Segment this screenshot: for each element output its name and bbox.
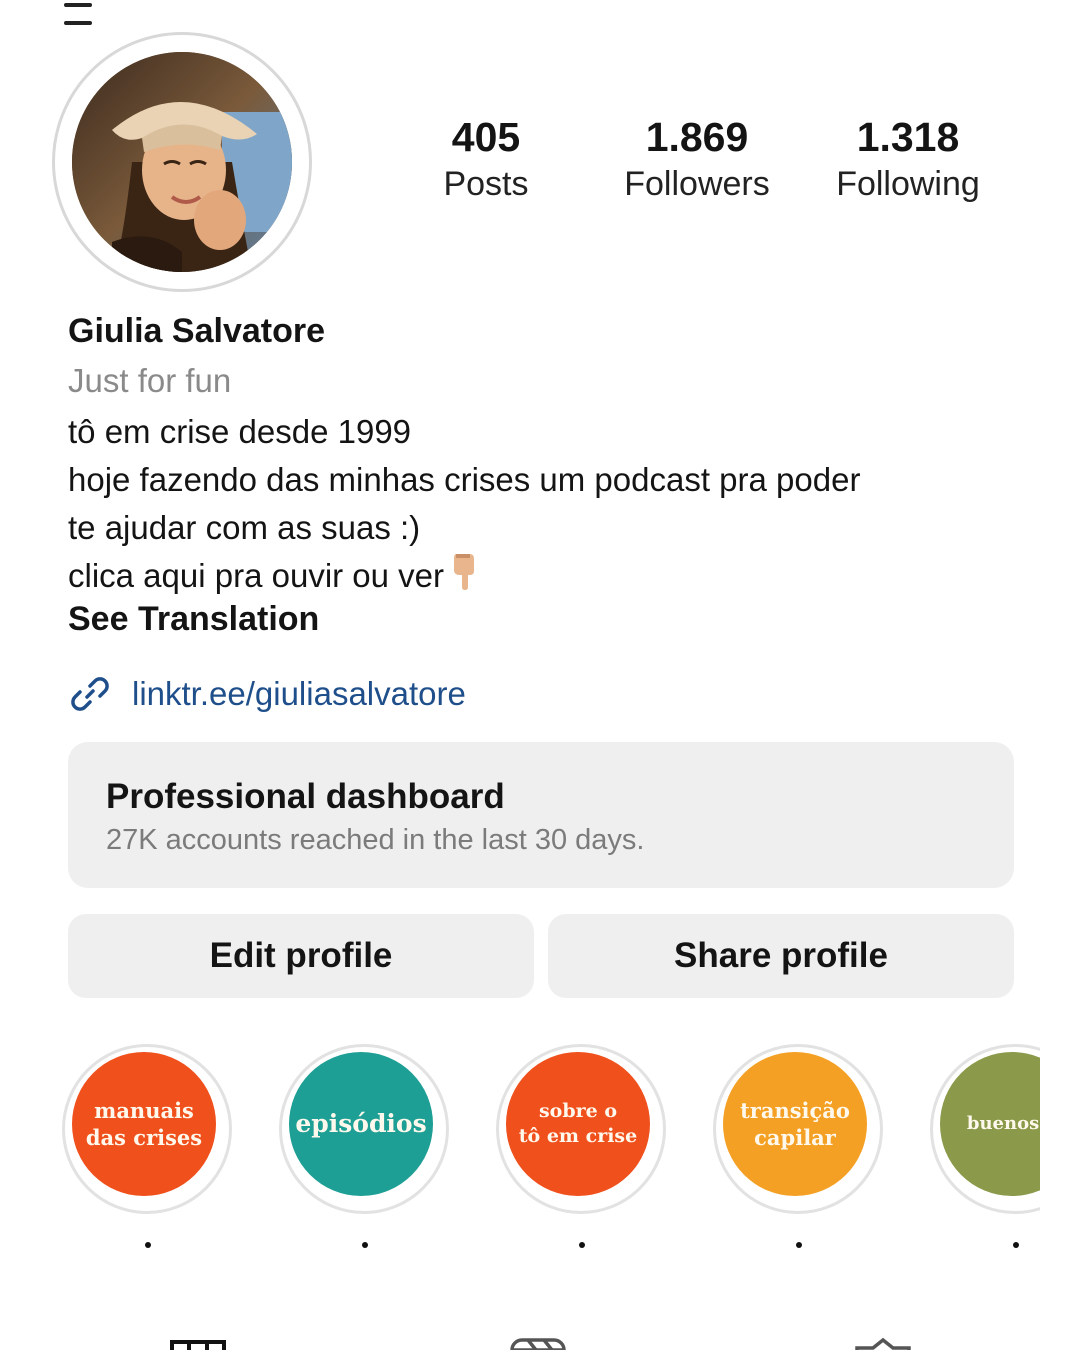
- highlight-cover: episódios: [289, 1052, 433, 1196]
- highlight-label-dot: [796, 1242, 802, 1248]
- highlight-item[interactable]: buenos a: [930, 1042, 1040, 1252]
- profile-bio: tô em crise desde 1999 hoje fazendo das …: [68, 408, 1018, 605]
- story-highlights: manuais das crises episódios sobre o tô …: [0, 1042, 1040, 1262]
- posts-count: 405: [451, 114, 521, 160]
- highlight-title-line: sobre o: [538, 1100, 618, 1123]
- profile-link-text[interactable]: linktr.ee/giuliasalvatore: [132, 675, 466, 713]
- highlight-item[interactable]: sobre o tô em crise: [496, 1042, 668, 1252]
- highlight-title-line: tô em crise: [518, 1125, 638, 1147]
- highlight-cover: manuais das crises: [72, 1052, 216, 1196]
- profile-avatar-ring[interactable]: [52, 32, 312, 292]
- highlight-title-line: capilar: [754, 1125, 836, 1150]
- followers-label: Followers: [624, 165, 770, 203]
- profile-category: Just for fun: [68, 362, 232, 399]
- highlight-title-line: manuais: [94, 1097, 194, 1123]
- edit-profile-button[interactable]: Edit profile: [68, 914, 534, 998]
- highlight-label-dot: [362, 1242, 368, 1248]
- stat-following[interactable]: 1.318 Following: [808, 112, 1008, 206]
- bio-line-last: clica aqui pra ouvir ou ver: [68, 552, 1018, 605]
- tagged-icon[interactable]: [855, 1334, 911, 1350]
- profile-name: Giulia Salvatore: [68, 312, 325, 350]
- profile-link[interactable]: linktr.ee/giuliasalvatore: [68, 672, 466, 716]
- highlight-title-line: buenos a: [966, 1113, 1040, 1135]
- highlight-item[interactable]: episódios: [279, 1042, 451, 1252]
- profile-tab-bar: [0, 1326, 1080, 1350]
- highlight-title-line: das crises: [85, 1125, 203, 1150]
- highlight-cover: sobre o tô em crise: [506, 1052, 650, 1196]
- avatar-photo: [72, 52, 292, 272]
- bio-line: te ajudar com as suas :): [68, 509, 421, 546]
- highlight-title-line: transição: [740, 1097, 850, 1123]
- stat-followers[interactable]: 1.869 Followers: [597, 112, 797, 206]
- followers-count: 1.869: [645, 114, 749, 160]
- highlight-label-dot: [579, 1242, 585, 1248]
- grid-icon[interactable]: [170, 1334, 226, 1350]
- highlight-item[interactable]: transição capilar: [713, 1042, 885, 1252]
- professional-dashboard-card[interactable]: Professional dashboard 27K accounts reac…: [68, 742, 1014, 888]
- dashboard-title: Professional dashboard: [106, 777, 505, 816]
- bio-line: tô em crise desde 1999: [68, 413, 412, 450]
- avatar[interactable]: [72, 52, 292, 272]
- stat-posts[interactable]: 405 Posts: [386, 112, 586, 206]
- bio-line: clica aqui pra ouvir ou ver: [68, 557, 445, 595]
- dashboard-subtitle: 27K accounts reached in the last 30 days…: [106, 824, 645, 856]
- highlight-item[interactable]: manuais das crises: [62, 1042, 234, 1252]
- top-bar-cut: [64, 0, 144, 25]
- reels-icon[interactable]: [510, 1334, 566, 1350]
- highlight-label-dot: [145, 1242, 151, 1248]
- highlight-label-dot: [1013, 1242, 1019, 1248]
- highlight-title-line: episódios: [295, 1108, 427, 1138]
- following-count: 1.318: [856, 114, 960, 160]
- hand-pointing-down-icon: [450, 552, 478, 605]
- share-profile-button[interactable]: Share profile: [548, 914, 1014, 998]
- posts-label: Posts: [443, 165, 529, 203]
- see-translation-link[interactable]: See Translation: [68, 600, 319, 639]
- highlight-cover: transição capilar: [723, 1052, 867, 1196]
- following-label: Following: [836, 165, 980, 203]
- bio-line: hoje fazendo das minhas crises um podcas…: [68, 461, 861, 498]
- link-icon: [71, 677, 109, 711]
